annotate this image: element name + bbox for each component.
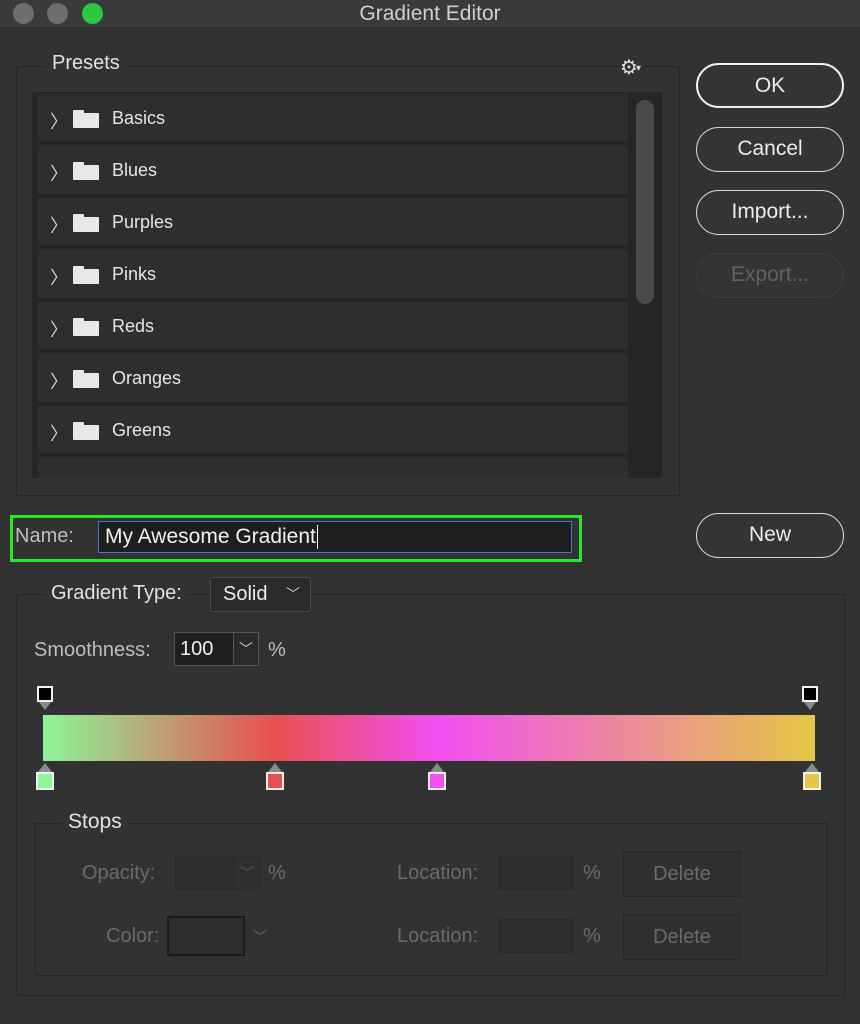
chevron-right-icon[interactable]: 〉 [50,160,68,186]
opacity-location-input [498,856,574,890]
preset-folder-label: Oranges [112,368,182,388]
title-bar: Gradient Editor [0,0,860,28]
opacity-dropdown: ﹀ [234,856,260,890]
preset-folder-reds[interactable]: 〉 Reds [38,302,628,352]
import-button[interactable]: Import... [696,190,844,235]
text-cursor [316,525,318,550]
name-input[interactable]: My Awesome Gradient [98,521,572,553]
color-location-percent: % [583,925,601,947]
opacity-stop-end[interactable] [802,686,818,710]
gradient-type-value: Solid [223,583,268,605]
gear-icon[interactable]: ⚙▾ [620,56,650,80]
opacity-location-percent: % [583,862,601,884]
chevron-right-icon[interactable]: 〉 [50,316,68,342]
preset-folder-label: Greens [112,420,172,440]
opacity-location-label: Location: [397,862,479,884]
preset-folder-purples[interactable]: 〉 Purples [38,198,628,248]
chevron-down-icon: ﹀ [253,929,267,945]
folder-icon [73,266,99,284]
preset-folder-greens[interactable]: 〉 Greens [38,406,628,456]
color-swatch [167,916,245,956]
preset-folder-label: Reds [112,316,155,336]
color-stop-3[interactable] [803,763,821,791]
folder-icon [73,370,99,388]
cancel-button[interactable]: Cancel [696,127,844,172]
smoothness-input[interactable]: 100 [174,632,234,666]
smoothness-dropdown[interactable]: ﹀ [233,632,259,666]
color-label: Color: [106,925,160,947]
folder-icon [73,110,99,128]
name-label: Name: [15,525,74,547]
preset-folder-label: Pinks [112,264,157,284]
gradient-preview-bar[interactable] [43,715,815,761]
opacity-input [175,856,235,890]
gradient-type-select[interactable]: Solid ﹀ [210,577,311,612]
export-button: Export... [696,253,844,298]
smoothness-unit: % [268,639,286,661]
ok-button[interactable]: OK [696,63,844,108]
preset-folder-oranges[interactable]: 〉 Oranges [38,354,628,404]
delete-color-stop-button: Delete [623,914,741,960]
folder-icon [73,214,99,232]
preset-folder-label: Basics [112,108,166,128]
stops-label: Stops [62,810,128,834]
folder-icon [73,318,99,336]
chevron-right-icon[interactable]: 〉 [50,420,68,446]
delete-opacity-stop-button: Delete [623,851,741,897]
presets-scrollbar[interactable] [636,100,654,304]
color-stop-0[interactable] [36,763,54,791]
preset-folder-pinks[interactable]: 〉 Pinks [38,250,628,300]
opacity-stop-start[interactable] [37,686,53,710]
chevron-down-icon: ﹀ [239,641,253,657]
preset-folder-partial[interactable] [38,458,628,478]
chevron-down-icon: ▾ [635,62,641,74]
color-location-input [498,919,574,953]
new-button[interactable]: New [696,513,844,558]
window-title: Gradient Editor [359,2,501,25]
preset-folder-label: Blues [112,160,158,180]
presets-list[interactable]: 〉 Basics 〉 Blues 〉 Purples 〉 Pinks 〉 Red… [32,92,662,478]
name-input-value: My Awesome Gradient [105,525,316,548]
color-stop-2[interactable] [427,763,446,791]
smoothness-label: Smoothness: [34,639,151,661]
chevron-right-icon[interactable]: 〉 [50,212,68,238]
opacity-percent: % [268,862,286,884]
preset-folder-label: Purples [112,212,174,232]
folder-icon [73,422,99,440]
preset-folder-blues[interactable]: 〉 Blues [38,146,628,196]
chevron-right-icon[interactable]: 〉 [50,108,68,134]
chevron-right-icon[interactable]: 〉 [50,368,68,394]
chevron-right-icon[interactable]: 〉 [50,264,68,290]
chevron-down-icon: ﹀ [240,865,254,881]
folder-icon [73,162,99,180]
gradient-type-label: Gradient Type: [46,582,187,605]
color-stop-1[interactable] [265,763,284,791]
opacity-label: Opacity: [82,862,156,884]
preset-folder-basics[interactable]: 〉 Basics [38,94,628,144]
chevron-down-icon: ﹀ [286,586,300,602]
presets-label: Presets [46,52,126,75]
color-location-label: Location: [397,925,479,947]
